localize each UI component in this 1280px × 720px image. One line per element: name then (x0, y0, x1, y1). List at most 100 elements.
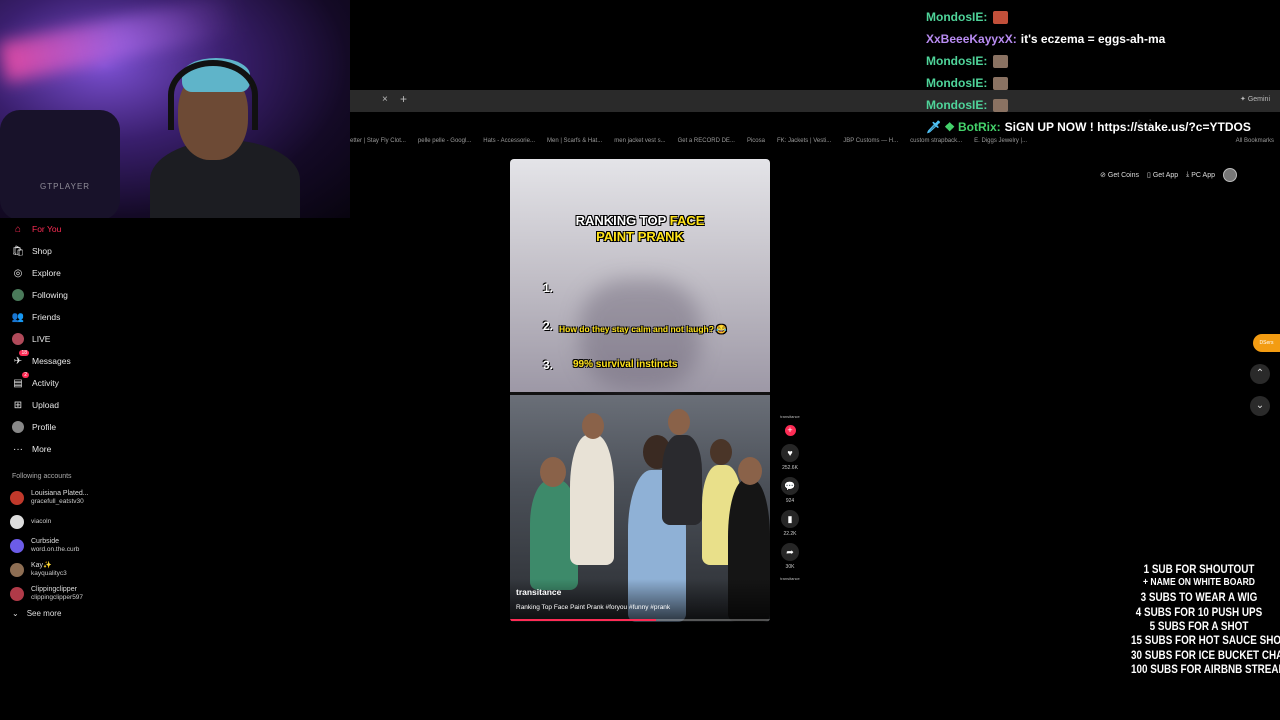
chat-username[interactable]: MondosIE: (926, 76, 987, 90)
heart-icon[interactable]: ♥ (781, 444, 799, 462)
get-coins-button[interactable]: ⊘ Get Coins (1100, 171, 1139, 180)
get-app-button[interactable]: ▯ Get App (1147, 171, 1178, 180)
account-avatar (10, 515, 24, 529)
video-progress-bar[interactable] (510, 619, 770, 621)
title-part-a: RANKING TOP (575, 213, 670, 228)
sidebar-item-messages[interactable]: ✈ 18 Messages (0, 350, 160, 372)
account-name: Curbside (31, 537, 60, 545)
account-text: Kay✨ kayqualityc3 (31, 562, 67, 578)
sub-goal-line: 30 SUBS FOR ICE BUCKET CHALLENGE (1131, 649, 1280, 662)
account-avatar (10, 587, 24, 601)
upload-icon: ⊞ (13, 399, 23, 411)
like-action[interactable]: ♥ 252.6K (778, 444, 802, 471)
bookmark-item[interactable]: Hats - Accessorie... (483, 138, 535, 144)
chat-text: SiGN UP NOW ! https://stake.us/?c=YTDOS (1004, 120, 1251, 134)
download-icon: ⤓ (1186, 171, 1190, 178)
sidebar-item-activity[interactable]: ▤ 2 Activity (0, 372, 160, 394)
bookmark-icon[interactable]: ▮ (781, 510, 799, 528)
bookmark-item[interactable]: FK: Jackets | Vesti... (777, 138, 831, 144)
person-white-shirt (570, 435, 614, 565)
bookmark-item[interactable]: JBP Customs — H... (843, 138, 898, 144)
chat-username[interactable]: BotRix: (958, 120, 1001, 134)
sidebar-item-label: For You (32, 224, 62, 234)
bookmark-item[interactable]: etter | Stay Fly Clot... (350, 138, 406, 144)
chat-message: MondosIE: (926, 72, 1276, 94)
sub-goal-line: 5 SUBS FOR A SHOT (1149, 621, 1249, 634)
following-account[interactable]: Curbside word.on.the.curb (10, 534, 160, 558)
dsers-extension-badge[interactable]: DSers (1253, 334, 1280, 352)
following-account[interactable]: Louisiana Plated... gracefull_eatstv30 (10, 486, 160, 510)
chat-username[interactable]: MondosIE: (926, 10, 987, 24)
sidebar-item-more[interactable]: ··· More (0, 438, 160, 460)
sidebar-item-upload[interactable]: ⊞ Upload (0, 394, 160, 416)
following-account[interactable]: Kay✨ kayqualityc3 (10, 558, 160, 582)
sidebar-item-shop[interactable]: 🛍 Shop (0, 240, 160, 262)
chat-username[interactable]: XxBeeeKayyxX: (926, 32, 1017, 46)
shop-icon: 🛍 (11, 245, 25, 257)
account-handle: viacoln (31, 518, 52, 526)
creator-label: transitance (780, 414, 800, 419)
sub-goal-line: 3 SUBS TO WEAR A WIG (1140, 592, 1258, 605)
sidebar-item-label: LIVE (32, 334, 51, 344)
home-icon: ⌂ (14, 223, 22, 235)
previous-video-button[interactable]: ⌃ (1250, 364, 1270, 384)
following-account[interactable]: Clippingclipper clippingclipper597 (10, 582, 160, 606)
account-name: Kay✨ (31, 561, 52, 569)
video-actions: transitance + ♥ 252.6K 💬 924 ▮ 22.2K ➦ 3… (778, 414, 802, 584)
new-tab-icon[interactable]: + (400, 92, 407, 106)
share-count: 30K (785, 564, 795, 570)
chat-message: 🗡 ❖ BotRix: SiGN UP NOW ! https://stake.us/… (926, 116, 1276, 138)
live-avatar (12, 333, 24, 345)
person-head (738, 457, 762, 485)
share-action[interactable]: ➦ 30K (778, 543, 802, 570)
chat-username[interactable]: MondosIE: (926, 54, 987, 68)
get-coins-label: Get Coins (1107, 171, 1139, 179)
comment-icon[interactable]: 💬 (781, 477, 799, 495)
bookmark-item[interactable]: E. Diggs Jewelry |... (974, 138, 1027, 144)
save-action[interactable]: ▮ 22.2K (778, 510, 802, 537)
person-head (540, 457, 566, 487)
chat-message: MondosIE: (926, 94, 1276, 116)
sidebar-item-label: Activity (32, 378, 59, 388)
tiktok-sidebar: ⌂ For You 🛍 Shop ◎ Explore Following 👥 Friends LI… (0, 218, 160, 460)
sidebar-item-label: Friends (32, 312, 61, 322)
bookmark-item[interactable]: custom strapback... (910, 138, 962, 144)
follow-plus-icon[interactable]: + (784, 425, 796, 436)
sidebar-item-label: More (32, 444, 52, 454)
chat-message: MondosIE: (926, 6, 1276, 28)
video-caption: Ranking Top Face Paint Prank #foryou #fu… (516, 604, 671, 611)
sidebar-item-live[interactable]: LIVE (0, 328, 160, 350)
next-video-button[interactable]: ⌄ (1250, 396, 1270, 416)
sidebar-item-profile[interactable]: Profile (0, 416, 160, 438)
following-account[interactable]: viacoln (10, 510, 160, 534)
person-head (668, 409, 690, 435)
sidebar-item-explore[interactable]: ◎ Explore (0, 262, 160, 284)
sidebar-item-following[interactable]: Following (0, 284, 160, 306)
sidebar-item-friends[interactable]: 👥 Friends (0, 306, 160, 328)
close-tab-icon[interactable]: × (382, 94, 388, 105)
bookmark-item[interactable]: men jacket vest s... (614, 138, 665, 144)
all-bookmarks-button[interactable]: All Bookmarks (1236, 138, 1274, 144)
account-handle: clippingclipper597 (31, 594, 84, 602)
share-icon[interactable]: ➦ (781, 543, 799, 561)
sub-goal-line: + NAME ON WHITE BOARD (1142, 577, 1256, 589)
notification-badge: 18 (19, 350, 29, 356)
person-head (710, 439, 732, 465)
stream-chat: MondosIE: XxBeeeKayyxX: it's eczema = eggs… (926, 6, 1276, 138)
bookmark-item[interactable]: Picosa (747, 138, 765, 144)
sidebar-item-for-you[interactable]: ⌂ For You (0, 218, 160, 240)
video-player[interactable]: RANKING TOP FACE PAINT PRANK 1. 2. How d… (510, 159, 770, 622)
emote-icon (993, 76, 1009, 90)
see-more-button[interactable]: ⌄ See more (12, 609, 61, 618)
user-avatar[interactable] (1223, 168, 1238, 182)
chat-username[interactable]: MondosIE: (926, 98, 987, 112)
rank-2-number: 2. (543, 319, 554, 333)
video-username[interactable]: transitance (516, 587, 561, 597)
bookmark-item[interactable]: Get a RECORD DE... (678, 138, 735, 144)
sub-goal-line: 4 SUBS FOR 10 PUSH UPS (1135, 606, 1263, 619)
emote-icon (993, 10, 1009, 24)
bookmark-item[interactable]: pelle pelle - Googl... (418, 138, 471, 144)
pc-app-button[interactable]: ⤓ PC App (1186, 171, 1215, 179)
bookmark-item[interactable]: Men | Scarfs & Hat... (547, 138, 602, 144)
comment-action[interactable]: 💬 924 (778, 477, 802, 504)
